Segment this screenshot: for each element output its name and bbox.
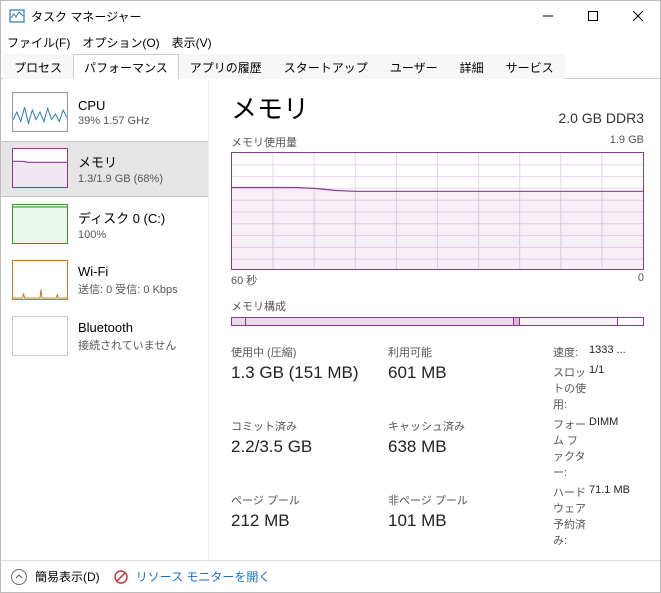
chevron-up-icon[interactable] xyxy=(11,569,27,585)
xaxis-right: 0 xyxy=(638,272,644,288)
stat-committed: コミット済み 2.2/3.5 GB xyxy=(231,418,374,478)
stat-nonpaged: 非ページ プール 101 MB xyxy=(388,492,531,552)
wifi-sub: 送信: 0 受信: 0 Kbps xyxy=(78,281,178,297)
footer: 簡易表示(D) リソース モニターを開く xyxy=(1,560,660,592)
fewer-details-button[interactable]: 簡易表示(D) xyxy=(35,568,100,585)
maximize-button[interactable] xyxy=(570,1,615,31)
usage-label: メモリ使用量 xyxy=(231,134,297,150)
bluetooth-sub: 接続されていません xyxy=(78,337,176,353)
composition-label: メモリ構成 xyxy=(231,298,644,314)
cpu-thumb xyxy=(12,92,68,132)
tab-app-history[interactable]: アプリの履歴 xyxy=(179,54,273,79)
bluetooth-title: Bluetooth xyxy=(78,320,176,335)
memory-thumb xyxy=(12,148,68,188)
sidebar-item-wifi[interactable]: Wi-Fi 送信: 0 受信: 0 Kbps xyxy=(1,253,208,309)
menu-file[interactable]: ファイル(F) xyxy=(7,34,70,51)
minimize-button[interactable] xyxy=(525,1,570,31)
tab-startup[interactable]: スタートアップ xyxy=(273,54,379,79)
wifi-title: Wi-Fi xyxy=(78,264,178,279)
open-resmon-link[interactable]: リソース モニターを開く xyxy=(136,568,271,585)
close-button[interactable] xyxy=(615,1,660,31)
tab-performance[interactable]: パフォーマンス xyxy=(73,54,179,79)
stat-available: 利用可能 601 MB xyxy=(388,344,531,404)
stat-paged: ページ プール 212 MB xyxy=(231,492,374,552)
disk-title: ディスク 0 (C:) xyxy=(78,208,165,227)
perf-sidebar: CPU 39% 1.57 GHz メモリ 1.3/1.9 GB (68%) ディ… xyxy=(1,79,209,560)
sidebar-item-memory[interactable]: メモリ 1.3/1.9 GB (68%) xyxy=(1,141,208,197)
usage-max: 1.9 GB xyxy=(610,134,644,150)
memory-specs: 速度:1333 ... スロットの使用:1/1 フォーム ファクター:DIMM … xyxy=(553,344,644,552)
main-panel: メモリ 2.0 GB DDR3 メモリ使用量 1.9 GB 60 秒 xyxy=(209,79,660,560)
menu-options[interactable]: オプション(O) xyxy=(82,34,159,51)
sidebar-item-disk[interactable]: ディスク 0 (C:) 100% xyxy=(1,197,208,253)
tab-users[interactable]: ユーザー xyxy=(379,54,449,79)
bluetooth-thumb xyxy=(12,316,68,356)
disk-sub: 100% xyxy=(78,229,165,241)
sidebar-item-bluetooth[interactable]: Bluetooth 接続されていません xyxy=(1,309,208,365)
page-title: メモリ xyxy=(231,89,309,126)
tab-processes[interactable]: プロセス xyxy=(3,54,73,79)
menu-view[interactable]: 表示(V) xyxy=(172,34,212,51)
memory-title: メモリ xyxy=(78,152,163,171)
tab-strip: プロセス パフォーマンス アプリの履歴 スタートアップ ユーザー 詳細 サービス xyxy=(1,53,660,79)
menubar: ファイル(F) オプション(O) 表示(V) xyxy=(1,31,660,53)
window-title: タスク マネージャー xyxy=(31,8,142,25)
memory-composition-chart[interactable] xyxy=(231,317,644,326)
memory-usage-chart[interactable] xyxy=(231,152,644,270)
stat-in-use: 使用中 (圧縮) 1.3 GB (151 MB) xyxy=(231,344,374,404)
cpu-sub: 39% 1.57 GHz xyxy=(78,115,150,127)
tab-details[interactable]: 詳細 xyxy=(449,54,495,79)
memory-capacity: 2.0 GB DDR3 xyxy=(558,110,644,126)
sidebar-item-cpu[interactable]: CPU 39% 1.57 GHz xyxy=(1,85,208,141)
memory-sub: 1.3/1.9 GB (68%) xyxy=(78,173,163,185)
wifi-thumb xyxy=(12,260,68,300)
taskmgr-icon xyxy=(9,8,25,24)
titlebar[interactable]: タスク マネージャー xyxy=(1,1,660,31)
stat-cached: キャッシュ済み 638 MB xyxy=(388,418,531,478)
disk-thumb xyxy=(12,204,68,244)
tab-services[interactable]: サービス xyxy=(495,54,565,79)
xaxis-left: 60 秒 xyxy=(231,272,257,288)
cpu-title: CPU xyxy=(78,98,150,113)
resmon-icon xyxy=(114,570,128,584)
